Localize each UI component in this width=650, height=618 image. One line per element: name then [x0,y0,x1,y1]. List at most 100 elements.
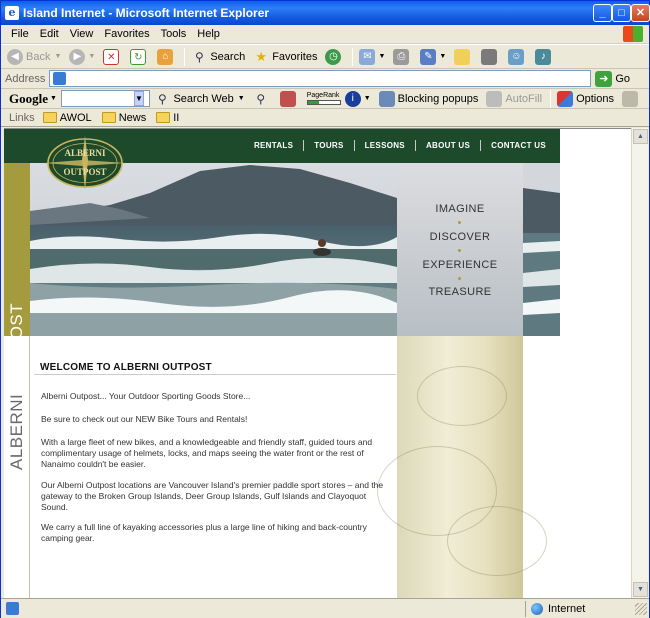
welcome-heading: WELCOME TO ALBERNI OUTPOST [40,362,212,373]
sidebar-green-block [4,129,30,163]
options-icon [557,90,574,107]
site-sidebar: ALBERNI OUTPOST [4,129,30,598]
refresh-icon: ↻ [130,48,147,65]
nav-about-us[interactable]: ABOUT US [414,140,480,151]
news-button[interactable] [279,90,299,107]
google-logo[interactable]: Google [9,91,48,107]
tagline-discover: DISCOVER [429,231,491,243]
scroll-down-button[interactable]: ▼ [633,582,648,597]
autofill-label: AutoFill [505,92,543,105]
page-info-button[interactable]: i ▼ [344,90,371,107]
search-site-button[interactable]: ⚲ [253,91,272,107]
search-label: Search [210,50,246,63]
mail-dropdown-icon[interactable]: ▼ [378,53,385,60]
page-icon [53,72,67,85]
messenger-button[interactable]: ☺ [508,48,527,65]
popup-blocker-icon [378,90,395,107]
close-button[interactable]: ✕ [631,4,650,22]
autofill-icon [486,90,503,107]
address-label: Address [5,72,46,85]
map-contour [417,366,507,426]
forward-dropdown-icon[interactable]: ▼ [88,53,95,60]
resize-grip-icon[interactable] [635,603,647,615]
mail-button[interactable]: ✉ ▼ [359,48,385,65]
maximize-button[interactable]: □ [612,4,631,22]
bike-tours-paragraph: With a large fleet of new bikes, and a k… [41,437,373,469]
autofill-button[interactable]: AutoFill [486,90,543,107]
discuss-button[interactable] [454,48,473,65]
media-icon: ♪ [535,48,552,65]
google-search-dropdown-button[interactable]: ▼ [133,91,145,106]
folder-button[interactable] [622,90,641,107]
back-dropdown-icon[interactable]: ▼ [54,53,61,60]
home-button[interactable]: ⌂ [157,48,176,65]
favorites-button[interactable]: ★ Favorites [253,49,317,65]
nav-contact-us[interactable]: CONTACT US [480,140,556,151]
link-ii[interactable]: II [156,112,179,124]
zone-label: Internet [548,603,586,615]
go-button[interactable]: ➜ Go [595,70,630,87]
locations-paragraph: Our Alberni Outpost locations are Vancou… [41,480,384,512]
back-label: Back [26,50,51,63]
tagline-panel: IMAGINE DISCOVER EXPERIENCE TREASURE [397,163,523,336]
blocking-popups-button[interactable]: Blocking popups [378,90,479,107]
pagerank-meter[interactable]: PageRank [306,92,341,105]
site-search-icon: ⚲ [256,91,266,106]
options-button[interactable]: Options [557,90,614,107]
star-icon: ★ [255,48,268,64]
intro-paragraph-2: Be sure to check out our NEW Bike Tours … [41,414,248,424]
menu-favorites[interactable]: Favorites [104,28,149,40]
nav-rentals[interactable]: RENTALS [244,140,303,151]
history-button[interactable]: ◷ [325,48,344,65]
folder-icon [101,112,116,123]
link-awol[interactable]: AWOL [42,112,92,124]
link-news-label: News [118,111,147,124]
research-button[interactable] [481,48,500,65]
alberni-outpost-logo[interactable]: ALBERNI OUTPOST [42,134,128,192]
blocking-label: Blocking popups [397,92,479,105]
decorative-map-panel [377,336,547,598]
menu-file[interactable]: File [11,28,29,40]
toolbar-separator [184,47,186,66]
menu-help[interactable]: Help [197,28,220,40]
intro-paragraph-1: Alberni Outpost... Your Outdoor Sporting… [41,391,251,401]
tagline-treasure: TREASURE [428,286,492,298]
search-web-button[interactable]: ⚲ Search Web ▼ [154,91,245,107]
minimize-button[interactable]: _ [593,4,612,22]
page-info-dropdown-icon[interactable]: ▼ [364,95,371,102]
research-icon [481,48,498,65]
print-button[interactable]: ⎙ [393,48,412,65]
nav-lessons[interactable]: LESSONS [353,140,415,151]
title-bar[interactable]: e Island Internet - Microsoft Internet E… [1,1,650,25]
menu-view[interactable]: View [70,28,94,40]
menu-tools[interactable]: Tools [161,28,187,40]
scroll-up-button[interactable]: ▲ [633,129,648,144]
menu-edit[interactable]: Edit [40,28,59,40]
news-icon [279,90,296,107]
edit-button[interactable]: ✎ ▼ [420,48,446,65]
link-news[interactable]: News [101,111,147,124]
folder-icon [622,90,638,107]
stop-button[interactable]: ✕ [103,48,122,65]
gear-paragraph: We carry a full line of kayaking accesso… [41,522,367,543]
search-web-dropdown-icon[interactable]: ▼ [238,95,245,102]
links-bar: Links AWOL News II [1,109,649,127]
search-button[interactable]: ⚲ Search [191,49,245,65]
vertical-scrollbar[interactable]: ▲ ▼ [631,128,648,598]
home-icon: ⌂ [157,48,174,65]
address-input[interactable] [49,70,592,87]
google-menu-dropdown-icon[interactable]: ▼ [50,95,57,102]
hero-photo-edge [523,163,560,336]
media-button[interactable]: ♪ [535,48,554,65]
forward-arrow-icon: ▶ [69,48,86,65]
vertical-title-word-2: OUTPOST [7,302,26,389]
folder-icon [156,112,171,123]
search-icon: ⚲ [194,49,204,64]
refresh-button[interactable]: ↻ [130,48,149,65]
edit-dropdown-icon[interactable]: ▼ [439,53,446,60]
go-arrow-icon: ➜ [595,70,613,87]
forward-button[interactable]: ▶ ▼ [69,48,95,65]
back-button[interactable]: ◀ Back ▼ [7,48,61,65]
alberni-outpost-site: ALBERNI OUTPOST RENTALS TOURS LESSONS AB… [4,129,560,598]
nav-tours[interactable]: TOURS [303,140,353,151]
